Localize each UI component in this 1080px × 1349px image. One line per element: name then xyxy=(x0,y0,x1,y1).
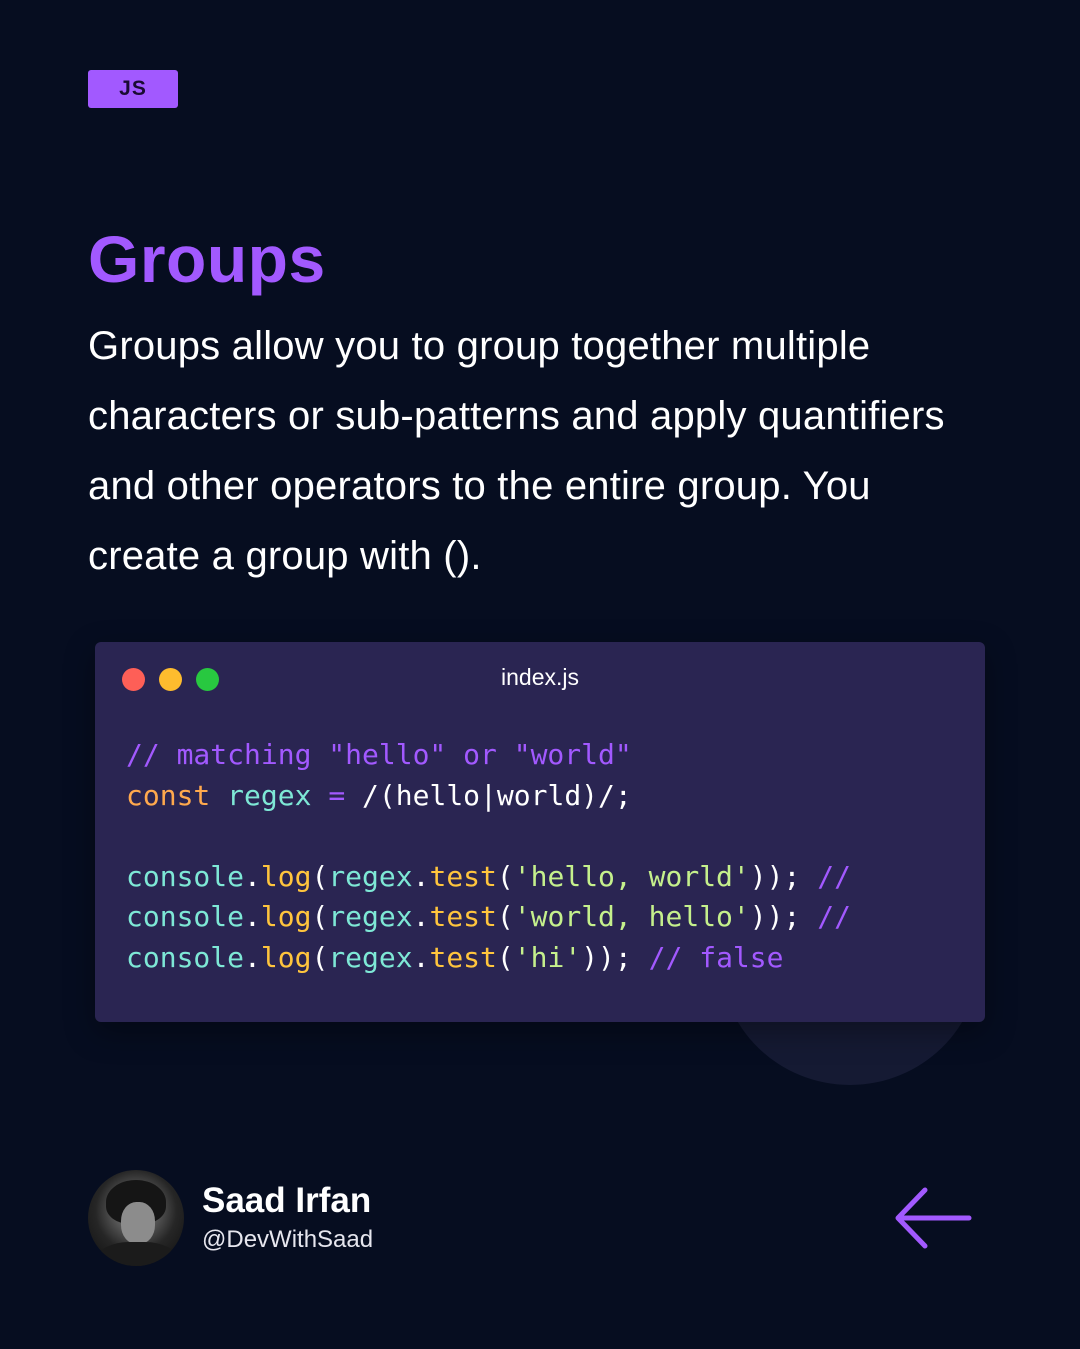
code-token: ( xyxy=(496,940,514,974)
code-token: . xyxy=(412,859,430,893)
code-window: index.js // matching "hello" or "world" c… xyxy=(95,642,985,1022)
code-token: ; xyxy=(614,778,632,812)
code-token: regex xyxy=(328,940,413,974)
code-token: regex xyxy=(328,900,413,933)
code-token: . xyxy=(244,940,261,974)
code-token: test xyxy=(429,940,497,974)
code-token: console xyxy=(126,940,245,974)
code-token: = xyxy=(328,778,346,812)
code-token: const xyxy=(126,778,211,812)
code-token: ( xyxy=(311,900,329,933)
code-token: regex xyxy=(227,778,312,812)
code-line: console.log(regex.test('hi')); // false xyxy=(126,938,965,979)
code-token: . xyxy=(412,940,430,974)
code-token: )); xyxy=(749,859,801,893)
code-token: log xyxy=(260,859,312,893)
code-token: )); xyxy=(581,940,632,974)
code-line: // matching "hello" or "world" xyxy=(126,735,965,776)
code-token: . xyxy=(244,900,261,933)
code-token: )); xyxy=(749,900,801,933)
arrow-left-icon[interactable] xyxy=(893,1185,973,1251)
code-filename: index.js xyxy=(501,664,579,690)
code-line: console.log(regex.test('hello, world'));… xyxy=(126,857,965,898)
code-token: regex xyxy=(328,859,413,893)
code-token: log xyxy=(260,940,312,974)
page-title: Groups xyxy=(88,222,326,296)
code-token: // xyxy=(817,900,851,933)
code-token: test xyxy=(429,900,497,933)
code-token: 'hi' xyxy=(513,940,582,974)
code-token: ( xyxy=(496,900,514,933)
code-token: . xyxy=(244,859,261,893)
code-token: console xyxy=(126,859,245,893)
code-token: ( xyxy=(496,859,514,893)
author-name: Saad Irfan xyxy=(202,1181,372,1220)
code-token: /(hello|world)/ xyxy=(362,778,615,812)
avatar xyxy=(88,1170,184,1266)
code-token: 'world, hello' xyxy=(513,900,750,933)
code-token: // matching "hello" or "world" xyxy=(126,738,632,771)
code-token: // xyxy=(817,859,851,893)
code-line: console.log(regex.test('world, hello'));… xyxy=(126,897,965,938)
code-token: . xyxy=(412,900,430,933)
code-token: test xyxy=(429,859,497,893)
code-token: ( xyxy=(311,859,329,893)
language-tag: JS xyxy=(88,70,178,108)
author-handle: @DevWithSaad xyxy=(202,1226,374,1253)
code-token: // false xyxy=(648,940,784,974)
code-block: // matching "hello" or "world" const rege… xyxy=(126,735,965,978)
code-line: const regex = /(hello|world)/; xyxy=(126,776,965,817)
code-token: ( xyxy=(311,940,329,974)
description-text: Groups allow you to group together multi… xyxy=(88,324,945,578)
code-token: log xyxy=(260,900,312,933)
code-token: console xyxy=(126,900,245,933)
code-token: 'hello, world' xyxy=(513,859,750,893)
